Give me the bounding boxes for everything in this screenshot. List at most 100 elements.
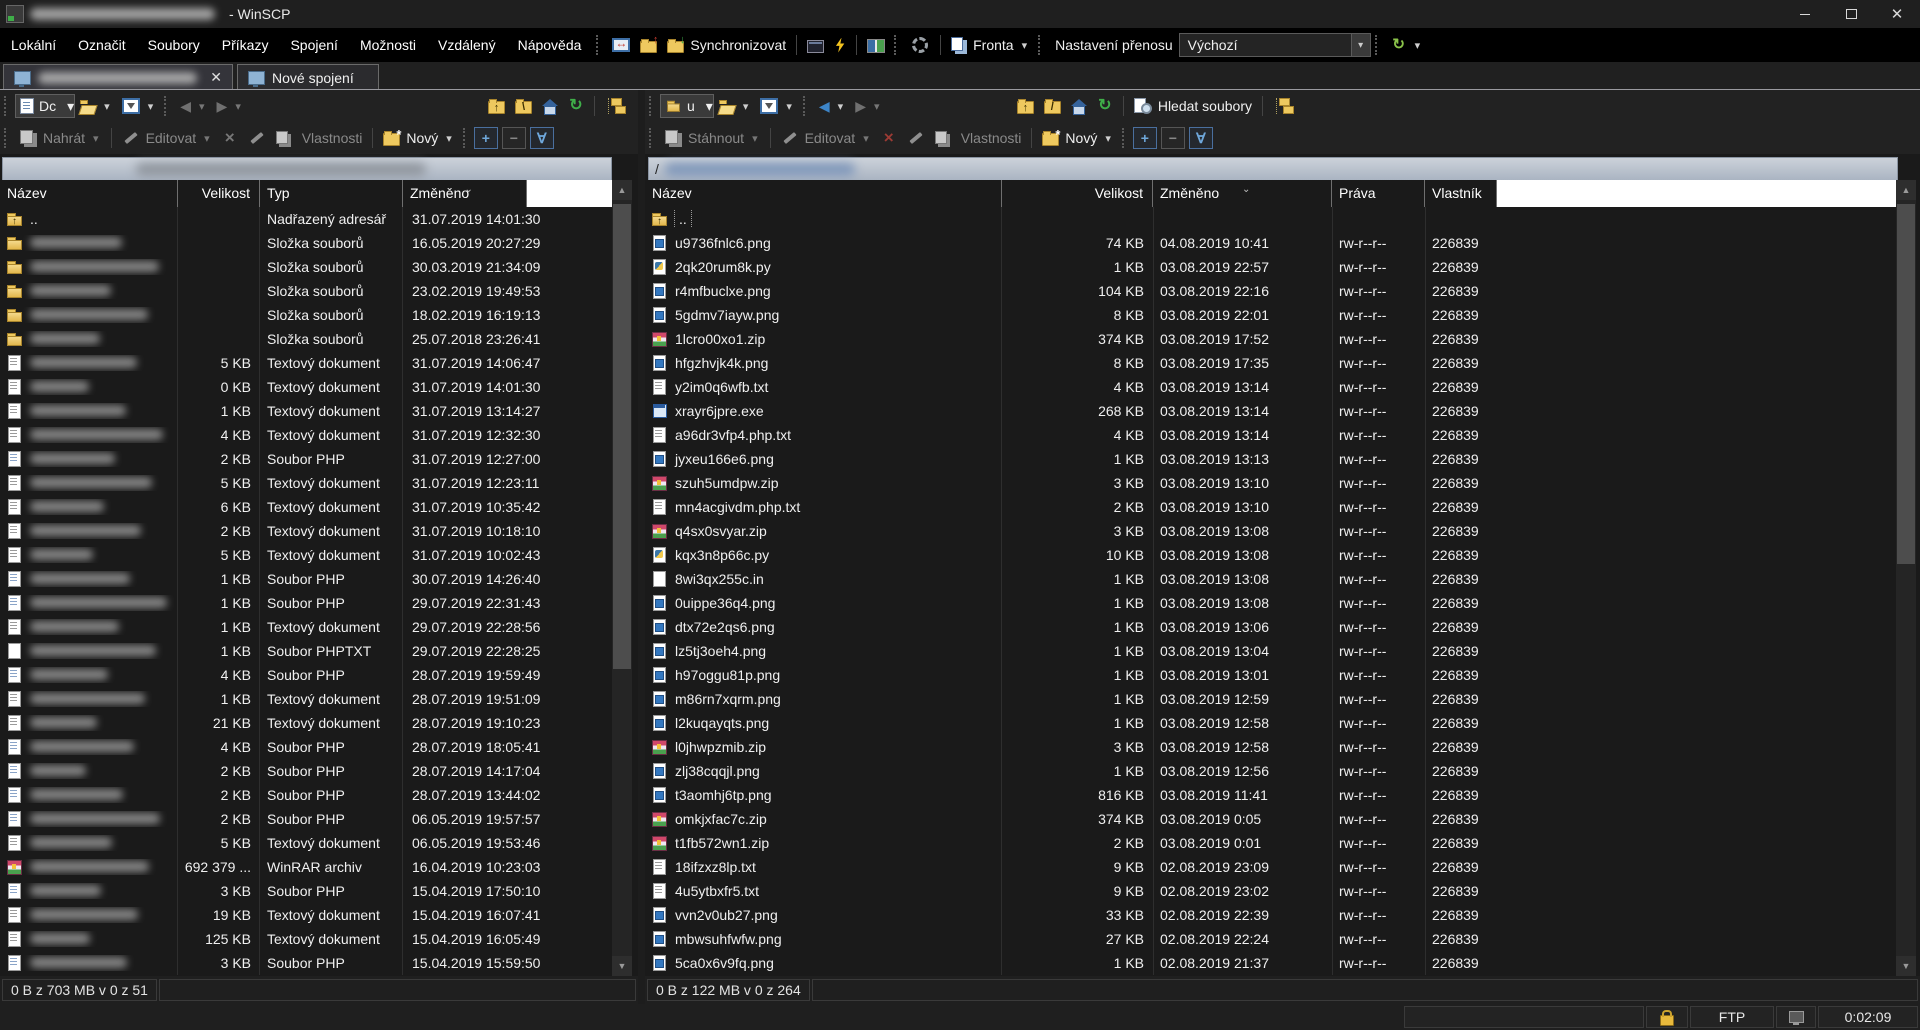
local-home-directory-button[interactable]: [537, 93, 563, 119]
table-row[interactable]: 125 KB Textový dokument 15.04.2019 16:05…: [0, 927, 612, 951]
file-name-cell[interactable]: [0, 379, 178, 395]
remote-duplicate-button[interactable]: [930, 125, 956, 151]
table-row[interactable]: szuh5umdpw.zip 3 KB 03.08.2019 13:10 rw-…: [645, 471, 1896, 495]
file-name-cell[interactable]: m86rn7xqrm.png: [645, 691, 1002, 707]
local-open-directory-button[interactable]: ▾: [75, 93, 117, 119]
close-button[interactable]: ✕: [1874, 0, 1920, 28]
table-row[interactable]: 18ifzxz8lp.txt 9 KB 02.08.2019 23:09 rw-…: [645, 855, 1896, 879]
scroll-up-icon[interactable]: ▲: [1896, 180, 1916, 200]
remote-delete-button[interactable]: ×: [876, 125, 902, 151]
file-name-cell[interactable]: [0, 355, 178, 371]
transfer-preset-select[interactable]: Výchozí ▾: [1179, 33, 1371, 57]
column-header-name[interactable]: Název: [0, 180, 178, 207]
file-name-cell[interactable]: xrayr6jpre.exe: [645, 403, 1002, 419]
file-name-cell[interactable]: [0, 739, 178, 755]
table-row[interactable]: 1 KB Textový dokument 31.07.2019 13:14:2…: [0, 399, 612, 423]
table-row[interactable]: 1 KB Soubor PHP 30.07.2019 14:26:40: [0, 567, 612, 591]
sync-browsing-button[interactable]: [607, 32, 635, 58]
table-row[interactable]: 8wi3qx255c.in 1 KB 03.08.2019 13:08 rw-r…: [645, 567, 1896, 591]
file-name-cell[interactable]: mbwsuhfwfw.png: [645, 931, 1002, 947]
remote-unselect-button[interactable]: −: [1161, 127, 1185, 149]
table-row[interactable]: ..: [645, 207, 1896, 231]
menu-item[interactable]: Lokální: [0, 37, 67, 53]
table-row[interactable]: 0 KB Textový dokument 31.07.2019 14:01:3…: [0, 375, 612, 399]
scroll-down-icon[interactable]: ▼: [612, 956, 632, 976]
local-new-button[interactable]: Nový ▾: [378, 125, 458, 151]
file-name-cell[interactable]: [0, 907, 178, 923]
remote-path-bar[interactable]: /: [648, 157, 1898, 181]
file-name-cell[interactable]: [0, 955, 178, 971]
download-button[interactable]: Stáhnout ▾: [660, 125, 765, 151]
file-name-cell[interactable]: vvn2v0ub27.png: [645, 907, 1002, 923]
menu-item[interactable]: Spojení: [279, 37, 348, 53]
table-row[interactable]: 4 KB Soubor PHP 28.07.2019 18:05:41: [0, 735, 612, 759]
remote-root-directory-button[interactable]: [1039, 93, 1066, 119]
file-name-cell[interactable]: a96dr3vfp4.php.txt: [645, 427, 1002, 443]
local-filter-button[interactable]: ▾: [117, 93, 161, 119]
table-row[interactable]: Složka souborů 30.03.2019 21:34:09: [0, 255, 612, 279]
table-row[interactable]: 2 KB Soubor PHP 28.07.2019 13:44:02: [0, 783, 612, 807]
table-row[interactable]: 0uippe36q4.png 1 KB 03.08.2019 13:08 rw-…: [645, 591, 1896, 615]
table-row[interactable]: vvn2v0ub27.png 33 KB 02.08.2019 22:39 rw…: [645, 903, 1896, 927]
remote-properties-button[interactable]: Vlastnosti: [956, 125, 1027, 151]
local-parent-directory-button[interactable]: [483, 93, 510, 119]
table-row[interactable]: 2qk20rum8k.py 1 KB 03.08.2019 22:57 rw-r…: [645, 255, 1896, 279]
file-name-cell[interactable]: 5ca0x6v9fq.png: [645, 955, 1002, 971]
remote-tree-button[interactable]: [1268, 93, 1300, 119]
session-tab[interactable]: ✕: [3, 64, 233, 91]
table-row[interactable]: l0jhwpzmib.zip 3 KB 03.08.2019 12:58 rw-…: [645, 735, 1896, 759]
panels-layout-button[interactable]: [862, 32, 890, 58]
local-back-button[interactable]: ◀▾: [175, 93, 211, 119]
file-name-cell[interactable]: h97oggu81p.png: [645, 667, 1002, 683]
table-row[interactable]: 1 KB Soubor PHP 29.07.2019 22:31:43: [0, 591, 612, 615]
panel-splitter[interactable]: [638, 90, 645, 1004]
file-name-cell[interactable]: [0, 475, 178, 491]
open-console-button[interactable]: [802, 32, 829, 58]
menu-item[interactable]: Vzdálený: [427, 37, 507, 53]
table-row[interactable]: 5gdmv7iayw.png 8 KB 03.08.2019 22:01 rw-…: [645, 303, 1896, 327]
table-row[interactable]: 5 KB Textový dokument 31.07.2019 12:23:1…: [0, 471, 612, 495]
remote-new-button[interactable]: Nový ▾: [1037, 125, 1117, 151]
table-row[interactable]: l2kuqayqts.png 1 KB 03.08.2019 12:58 rw-…: [645, 711, 1896, 735]
remote-open-directory-button[interactable]: ▾: [714, 93, 756, 119]
scroll-down-icon[interactable]: ▼: [1896, 956, 1916, 976]
table-row[interactable]: 5 KB Textový dokument 31.07.2019 14:06:4…: [0, 351, 612, 375]
file-name-cell[interactable]: 5gdmv7iayw.png: [645, 307, 1002, 323]
file-name-cell[interactable]: dtx72e2qs6.png: [645, 619, 1002, 635]
column-header-name[interactable]: Název: [645, 180, 1002, 207]
table-row[interactable]: Složka souborů 16.05.2019 20:27:29: [0, 231, 612, 255]
file-name-cell[interactable]: jyxeu166e6.png: [645, 451, 1002, 467]
table-row[interactable]: q4sx0svyar.zip 3 KB 03.08.2019 13:08 rw-…: [645, 519, 1896, 543]
table-row[interactable]: 3 KB Soubor PHP 15.04.2019 17:50:10: [0, 879, 612, 903]
remote-select-button[interactable]: +: [1133, 127, 1157, 149]
file-name-cell[interactable]: hfgzhvjk4k.png: [645, 355, 1002, 371]
local-tree-button[interactable]: [600, 93, 632, 119]
table-row[interactable]: y2im0q6wfb.txt 4 KB 03.08.2019 13:14 rw-…: [645, 375, 1896, 399]
file-name-cell[interactable]: [0, 283, 178, 299]
file-name-cell[interactable]: [0, 259, 178, 275]
local-path-bar[interactable]: [2, 157, 612, 181]
scroll-up-icon[interactable]: ▲: [612, 180, 632, 200]
file-name-cell[interactable]: [0, 811, 178, 827]
file-name-cell[interactable]: 4u5ytbxfr5.txt: [645, 883, 1002, 899]
table-row[interactable]: omkjxfac7c.zip 374 KB 03.08.2019 0:05 rw…: [645, 807, 1896, 831]
table-row[interactable]: 2 KB Soubor PHP 28.07.2019 14:17:04: [0, 759, 612, 783]
table-row[interactable]: 2 KB Soubor PHP 31.07.2019 12:27:00: [0, 447, 612, 471]
file-name-cell[interactable]: 1lcro00xo1.zip: [645, 331, 1002, 347]
table-row[interactable]: m86rn7xqrm.png 1 KB 03.08.2019 12:59 rw-…: [645, 687, 1896, 711]
file-name-cell[interactable]: t1fb572wn1.zip: [645, 835, 1002, 851]
local-invert-selection-button[interactable]: ∀: [530, 127, 554, 149]
column-header-owner[interactable]: Vlastník: [1425, 180, 1497, 207]
table-row[interactable]: 5 KB Textový dokument 31.07.2019 10:02:4…: [0, 543, 612, 567]
file-name-cell[interactable]: [0, 307, 178, 323]
file-name-cell[interactable]: omkjxfac7c.zip: [645, 811, 1002, 827]
menu-item[interactable]: Nápověda: [507, 37, 593, 53]
table-row[interactable]: 5 KB Textový dokument 06.05.2019 19:53:4…: [0, 831, 612, 855]
local-select-button[interactable]: +: [474, 127, 498, 149]
file-name-cell[interactable]: [0, 571, 178, 587]
table-row[interactable]: t3aomhj6tp.png 816 KB 03.08.2019 11:41 r…: [645, 783, 1896, 807]
table-row[interactable]: mbwsuhfwfw.png 27 KB 02.08.2019 22:24 rw…: [645, 927, 1896, 951]
find-files-button[interactable]: Hledat soubory: [1129, 93, 1257, 119]
remote-edit-button[interactable]: Editovat ▾: [776, 125, 876, 151]
remote-parent-directory-button[interactable]: [1012, 93, 1039, 119]
